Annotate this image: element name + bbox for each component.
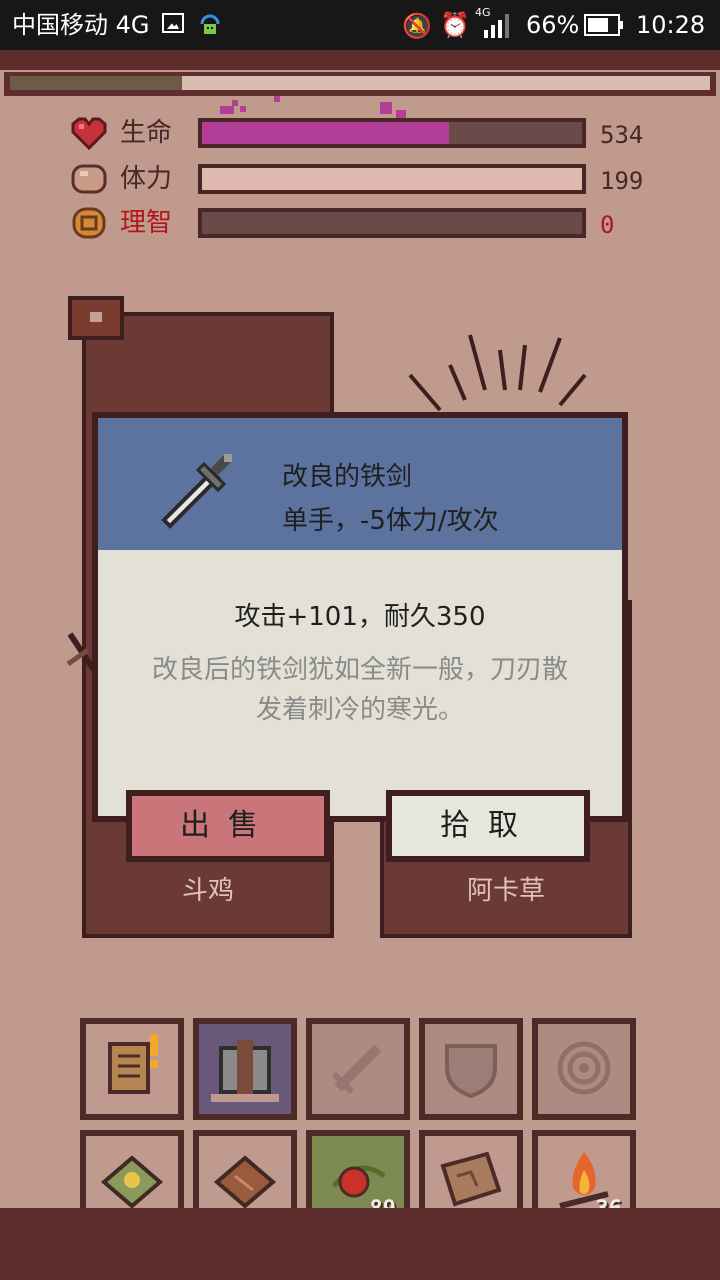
stat-value-sanity: 0	[600, 211, 615, 239]
shield-slot[interactable]	[419, 1018, 523, 1120]
chest-icon	[68, 296, 124, 340]
accessory-slot-icon	[557, 1041, 611, 1095]
accessory-slot[interactable]	[532, 1018, 636, 1120]
item-dialog-body: 攻击+101，耐久350 改良后的铁剑犹如全新一般，刀刃散发着刺冷的寒光。	[98, 550, 622, 816]
battery-icon	[584, 14, 623, 36]
item-dialog: 改良的铁剑 单手，-5体力/攻次 攻击+101，耐久350 改良后的铁剑犹如全新…	[92, 412, 628, 822]
shield-slot-icon	[445, 1044, 497, 1099]
bottom-bar	[0, 1208, 720, 1280]
sell-button-label: 出售	[132, 796, 324, 856]
battery-percent: 66%	[526, 11, 580, 39]
top-header-bar	[0, 50, 720, 70]
day-progress-fill	[10, 76, 182, 90]
item-name: 改良的铁剑	[282, 462, 413, 492]
map-icon	[440, 1151, 502, 1207]
clock: 10:28	[636, 11, 706, 39]
green-book-icon	[100, 1155, 164, 1209]
stat-value-stamina: 199	[600, 167, 644, 195]
iron-sword-icon	[161, 454, 232, 529]
card-label-herb: 阿卡草	[466, 876, 545, 906]
item-dialog-header: 改良的铁剑 单手，-5体力/攻次	[98, 418, 622, 550]
status-bar: 中国移动 4G 🔕 ⏰ 4G 66% 10:28	[0, 0, 720, 50]
stamina-icon	[71, 164, 107, 194]
pick-up-button-label: 拾取	[392, 796, 584, 856]
item-stats: 攻击+101，耐久350	[234, 602, 486, 632]
armor-slot[interactable]	[193, 1018, 297, 1120]
image-notification-icon	[162, 13, 184, 33]
card-label-rooster: 斗鸡	[181, 876, 234, 906]
carrier-label: 中国移动 4G	[12, 11, 150, 39]
day-progress-bar	[4, 72, 716, 96]
alarm-icon: ⏰	[440, 11, 470, 39]
stamina-bar-fill	[202, 168, 582, 190]
armor-icon	[211, 1040, 279, 1102]
heart-icon	[71, 117, 107, 150]
sword-slot-icon	[331, 1044, 382, 1095]
quest-scroll-icon	[108, 1034, 158, 1094]
mute-icon: 🔕	[402, 12, 432, 40]
quest-slot[interactable]	[80, 1018, 184, 1120]
health-bar-fill	[202, 122, 449, 144]
assistant-notification-icon	[200, 14, 220, 34]
item-description: 改良后的铁剑犹如全新一般，刀刃散发着刺冷的寒光。	[151, 655, 568, 725]
stat-label-stamina: 体力	[120, 164, 173, 194]
item-usage: 单手，-5体力/攻次	[282, 506, 499, 536]
health-bar-sparkles	[220, 96, 406, 118]
signal-icon	[484, 14, 509, 38]
sell-button[interactable]: 出售	[126, 790, 330, 862]
pick-up-button[interactable]: 拾取	[386, 790, 590, 862]
stat-value-health: 534	[600, 121, 644, 149]
stat-label-sanity: 理智	[120, 208, 173, 238]
sanity-icon	[72, 207, 106, 239]
sanity-bar	[198, 208, 586, 238]
stamina-bar	[198, 164, 586, 194]
stat-label-health: 生命	[120, 118, 173, 148]
brown-book-icon	[213, 1155, 277, 1209]
weapon-slot[interactable]	[306, 1018, 410, 1120]
health-bar	[198, 118, 586, 148]
